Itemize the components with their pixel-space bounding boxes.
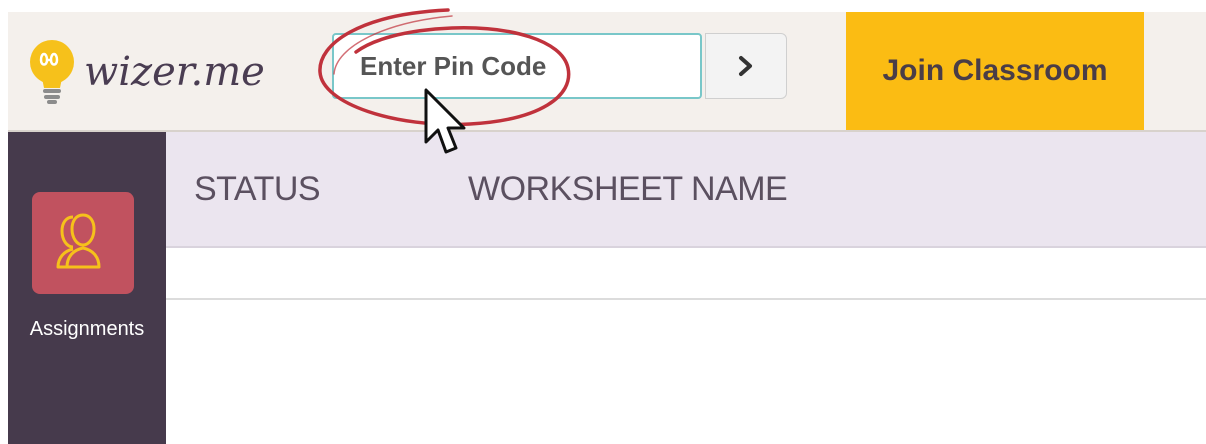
column-header-worksheet-name[interactable]: WORKSHEET NAME [468,170,788,209]
pin-code-input[interactable] [332,33,702,99]
sidebar: Assignments [8,132,166,444]
page: wizer.me Join Classroom Assignments [0,0,1206,444]
column-header-status[interactable]: STATUS [194,170,321,209]
submit-pin-button[interactable] [705,33,787,99]
join-classroom-button[interactable]: Join Classroom [846,12,1144,130]
table-header: STATUS WORKSHEET NAME [166,132,1206,248]
logo-text: wizer.me [84,49,265,95]
sidebar-item-assignments[interactable] [32,192,134,294]
chevron-right-icon [739,56,752,76]
lightbulb-logo-icon [30,40,74,104]
table-row-divider [166,298,1206,300]
logo[interactable]: wizer.me [24,38,265,106]
users-icon [56,213,101,269]
top-header: wizer.me Join Classroom [8,12,1206,132]
sidebar-item-label: Assignments [29,318,145,340]
